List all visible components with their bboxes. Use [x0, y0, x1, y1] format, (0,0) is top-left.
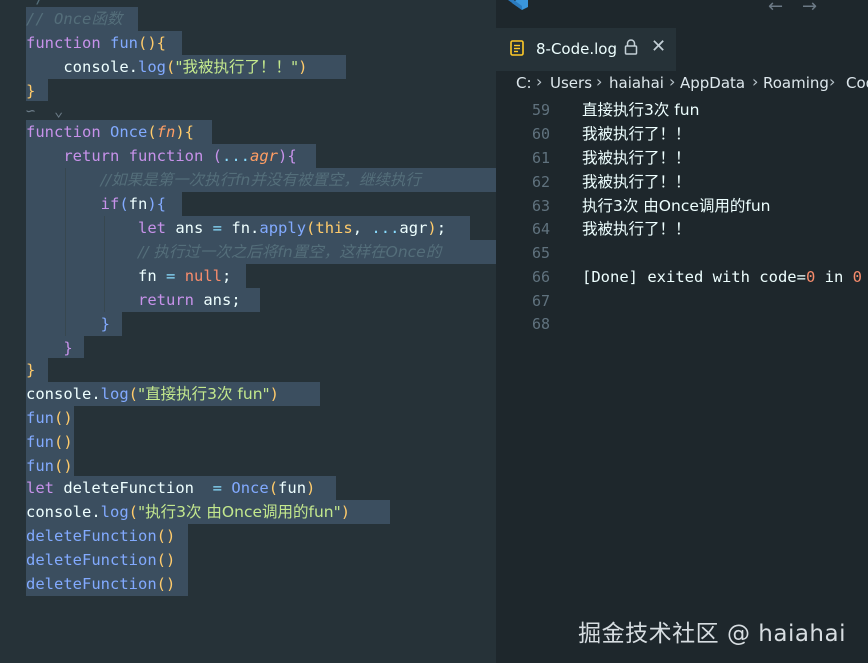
- chevron-right-icon: ›: [829, 72, 836, 91]
- code-line: let ans = fn.apply(this, ...agr);: [137, 219, 447, 237]
- code-line: return ans;: [137, 291, 241, 309]
- chevron-down-icon[interactable]: ⌄: [54, 102, 63, 120]
- file-text-icon: [510, 40, 524, 56]
- code-line: console.log("我被执行了！！"): [63, 58, 308, 76]
- line-number: 63: [531, 197, 550, 215]
- title-bar: ← →: [496, 0, 868, 22]
- output-line: 我被执行了！！: [582, 173, 691, 191]
- code-line: }: [26, 361, 36, 379]
- line-number: 66: [531, 268, 550, 286]
- line-number: 60: [531, 125, 550, 143]
- code-line: deleteFunction(): [26, 575, 176, 593]
- code-line: fn = null;: [137, 267, 232, 285]
- vscode-logo-icon: [508, 0, 528, 12]
- breadcrumb-item[interactable]: Cod: [846, 74, 868, 92]
- output-line: 我被执行了！！: [582, 220, 691, 238]
- line-number: 64: [531, 220, 550, 238]
- chevron-right-icon: ›: [669, 72, 676, 91]
- close-icon[interactable]: ✕: [651, 36, 666, 57]
- fold-icon[interactable]: ∽: [26, 102, 35, 120]
- line-number: 67: [531, 292, 550, 310]
- breadcrumb-item[interactable]: AppData: [680, 74, 745, 92]
- code-line: console.log("直接执行3次 fun"): [26, 385, 280, 403]
- breadcrumb: C: › Users › haiahai › AppData › Roaming…: [496, 72, 868, 96]
- code-line: // 执行过一次之后将fn置空，这样在Once的: [137, 243, 442, 261]
- line-number: 68: [531, 315, 550, 333]
- code-line: // Once函数: [26, 10, 123, 28]
- breadcrumb-item[interactable]: Users: [550, 74, 592, 92]
- output-log-pane[interactable]: ← → 8-Code.log ✕ C: › Users › haiahai › …: [496, 0, 868, 663]
- code-line: fun(): [26, 457, 73, 475]
- output-line: 我被执行了！！: [582, 149, 691, 167]
- code-line: return function (...agr){: [63, 147, 297, 165]
- output-line-done: [Done] exited with code=0 in 0: [582, 268, 862, 286]
- code-editor-pane[interactable]: */ // Once函数 function fun(){ console.log…: [0, 0, 496, 663]
- breadcrumb-item[interactable]: C:: [516, 74, 532, 92]
- code-line: let deleteFunction = Once(fun): [26, 479, 316, 497]
- code-line: fun(): [26, 433, 73, 451]
- breadcrumb-item[interactable]: Roaming: [763, 74, 829, 92]
- breadcrumb-item[interactable]: haiahai: [609, 74, 664, 92]
- watermark: 掘金技术社区 @ haiahai: [578, 621, 846, 647]
- code-line: function Once(fn){: [26, 123, 195, 141]
- line-number: 62: [531, 173, 550, 191]
- forward-arrow-icon[interactable]: →: [802, 0, 817, 17]
- lock-icon: [624, 39, 638, 55]
- chevron-right-icon: ›: [752, 72, 759, 91]
- output-line: 我被执行了！！: [582, 125, 691, 143]
- code-line: console.log("执行3次 由Once调用的fun"): [26, 503, 351, 521]
- code-line: fun(): [26, 409, 73, 427]
- back-arrow-icon[interactable]: ←: [768, 0, 783, 17]
- chevron-right-icon: ›: [596, 72, 603, 91]
- tab-label: 8-Code.log: [536, 40, 617, 58]
- chevron-right-icon: ›: [536, 72, 543, 91]
- line-number: 59: [531, 101, 550, 119]
- code-line: deleteFunction(): [26, 551, 176, 569]
- output-line: 执行3次 由Once调用的fun: [582, 197, 771, 215]
- code-line: function fun(){: [26, 34, 166, 52]
- code-line: //如果是第一次执行fn并没有被置空，继续执行: [100, 171, 421, 189]
- code-line: }: [100, 315, 110, 333]
- code-line: if(fn){: [100, 195, 167, 213]
- code-line: deleteFunction(): [26, 527, 176, 545]
- tab-8-code-log[interactable]: 8-Code.log ✕: [496, 28, 676, 71]
- line-number: 65: [531, 244, 550, 262]
- line-number: 61: [531, 149, 550, 167]
- output-line: 直接执行3次 fun: [582, 101, 700, 119]
- tab-bar: 8-Code.log ✕: [496, 22, 868, 71]
- code-line: }: [63, 339, 73, 357]
